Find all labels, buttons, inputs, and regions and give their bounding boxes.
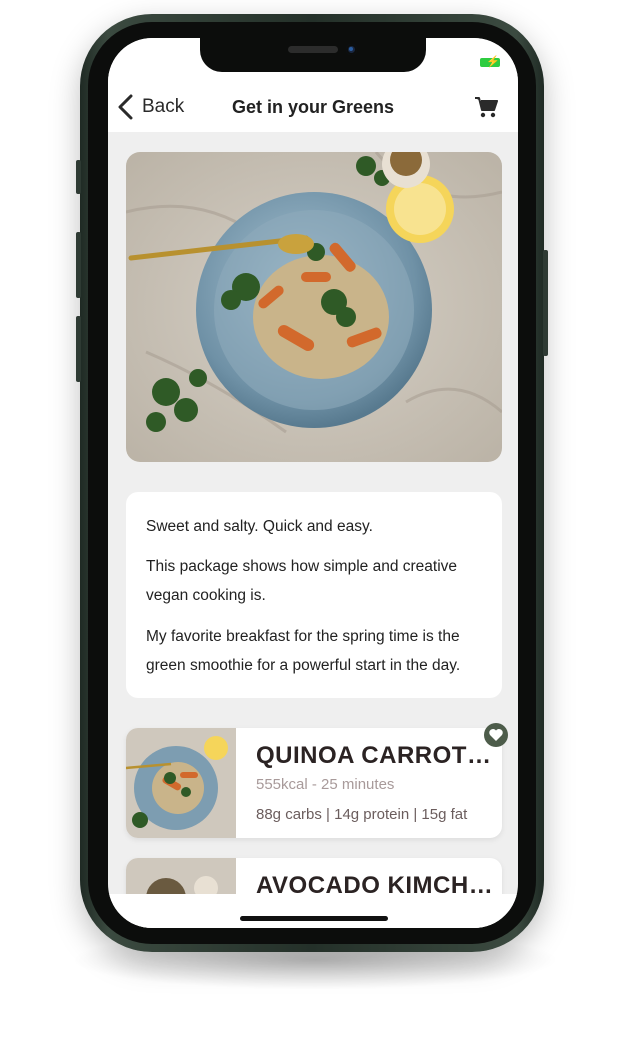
page-title: Get in your Greens bbox=[231, 97, 395, 117]
notch bbox=[200, 38, 426, 72]
screen: ⚡ Back Get in your Greens Sweet and salt… bbox=[108, 38, 518, 928]
home-indicator[interactable] bbox=[240, 916, 388, 921]
speaker-grille bbox=[288, 46, 338, 53]
volume-up-button bbox=[76, 232, 81, 298]
recipe-thumbnail bbox=[126, 728, 236, 838]
recipe-title: QUINOA CARROT BOWL bbox=[256, 742, 494, 769]
description-paragraph: My favorite breakfast for the spring tim… bbox=[146, 628, 461, 674]
camera-icon bbox=[346, 44, 357, 55]
description-paragraph: This package shows how simple and creati… bbox=[146, 558, 458, 604]
recipe-macros: 88g carbs | 14g protein | 15g fat bbox=[256, 806, 468, 823]
recipe-calories-time: 555kcal - 25 minutes bbox=[256, 776, 395, 793]
mute-switch bbox=[76, 160, 81, 194]
battery-charging-icon: ⚡ bbox=[480, 56, 500, 68]
recipe-card[interactable]: QUINOA CARROT BOWL 555kcal - 25 minutes … bbox=[126, 728, 502, 838]
cart-icon[interactable] bbox=[474, 96, 498, 118]
favorite-button[interactable] bbox=[484, 723, 508, 747]
power-button bbox=[543, 250, 548, 356]
hero-food-photo bbox=[126, 152, 502, 462]
description-card: Sweet and salty. Quick and easy. This pa… bbox=[126, 492, 502, 698]
heart-icon bbox=[489, 729, 503, 741]
description-paragraph: Sweet and salty. Quick and easy. bbox=[146, 518, 373, 535]
home-indicator-area bbox=[108, 894, 518, 928]
volume-down-button bbox=[76, 316, 81, 382]
navigation-bar: Back Get in your Greens bbox=[108, 82, 518, 132]
